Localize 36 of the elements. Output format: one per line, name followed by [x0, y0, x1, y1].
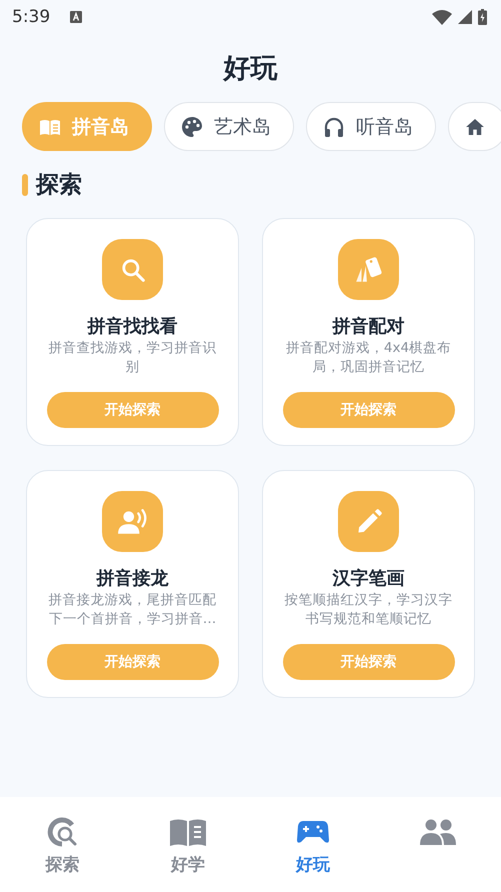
start-button[interactable]: 开始探索 — [282, 392, 454, 428]
section-marker — [22, 174, 28, 196]
notification-icon — [70, 11, 82, 23]
page-title: 好玩 — [222, 52, 278, 86]
home-icon — [466, 118, 484, 134]
game-description: 拼音查找游戏，学习拼音识别 — [48, 339, 218, 377]
battery-icon — [478, 9, 487, 25]
category-tab[interactable]: 听音岛 — [306, 102, 436, 151]
game-title: 拼音配对 — [332, 316, 404, 338]
start-button[interactable]: 开始探索 — [46, 392, 218, 428]
game-title: 拼音接龙 — [96, 568, 168, 590]
people-icon — [420, 817, 456, 847]
game-description: 拼音配对游戏，4x4棋盘布局，巩固拼音记忆 — [284, 339, 452, 377]
status-time: 5:39 — [12, 7, 50, 27]
globe-search-icon — [46, 817, 79, 847]
game-title: 拼音找找看 — [88, 316, 178, 338]
nav-item[interactable]: 好学 — [125, 797, 250, 892]
start-button[interactable]: 开始探索 — [46, 644, 218, 680]
nav-item[interactable]: 好玩 — [250, 797, 376, 892]
search-icon — [120, 256, 146, 282]
speaking-person-icon — [116, 508, 148, 534]
category-tab[interactable]: 艺术岛 — [164, 102, 294, 151]
section-title: 探索 — [36, 171, 82, 200]
nav-item[interactable]: 探索 — [0, 797, 126, 892]
headphones-icon — [324, 116, 344, 136]
book-icon — [170, 817, 206, 847]
game-title: 汉字笔画 — [332, 568, 404, 590]
category-tab[interactable] — [448, 102, 501, 151]
wifi-icon — [432, 10, 452, 24]
category-tab[interactable]: 拼音岛 — [22, 102, 152, 151]
palette-icon — [182, 116, 202, 136]
book-icon — [40, 118, 60, 134]
game-description: 拼音接龙游戏，尾拼音匹配下一个首拼音，学习拼音… — [48, 591, 218, 629]
game-description: 按笔顺描红汉字，学习汉字书写规范和笔顺记忆 — [284, 591, 454, 629]
start-button[interactable]: 开始探索 — [282, 644, 454, 680]
signal-icon — [458, 10, 472, 24]
